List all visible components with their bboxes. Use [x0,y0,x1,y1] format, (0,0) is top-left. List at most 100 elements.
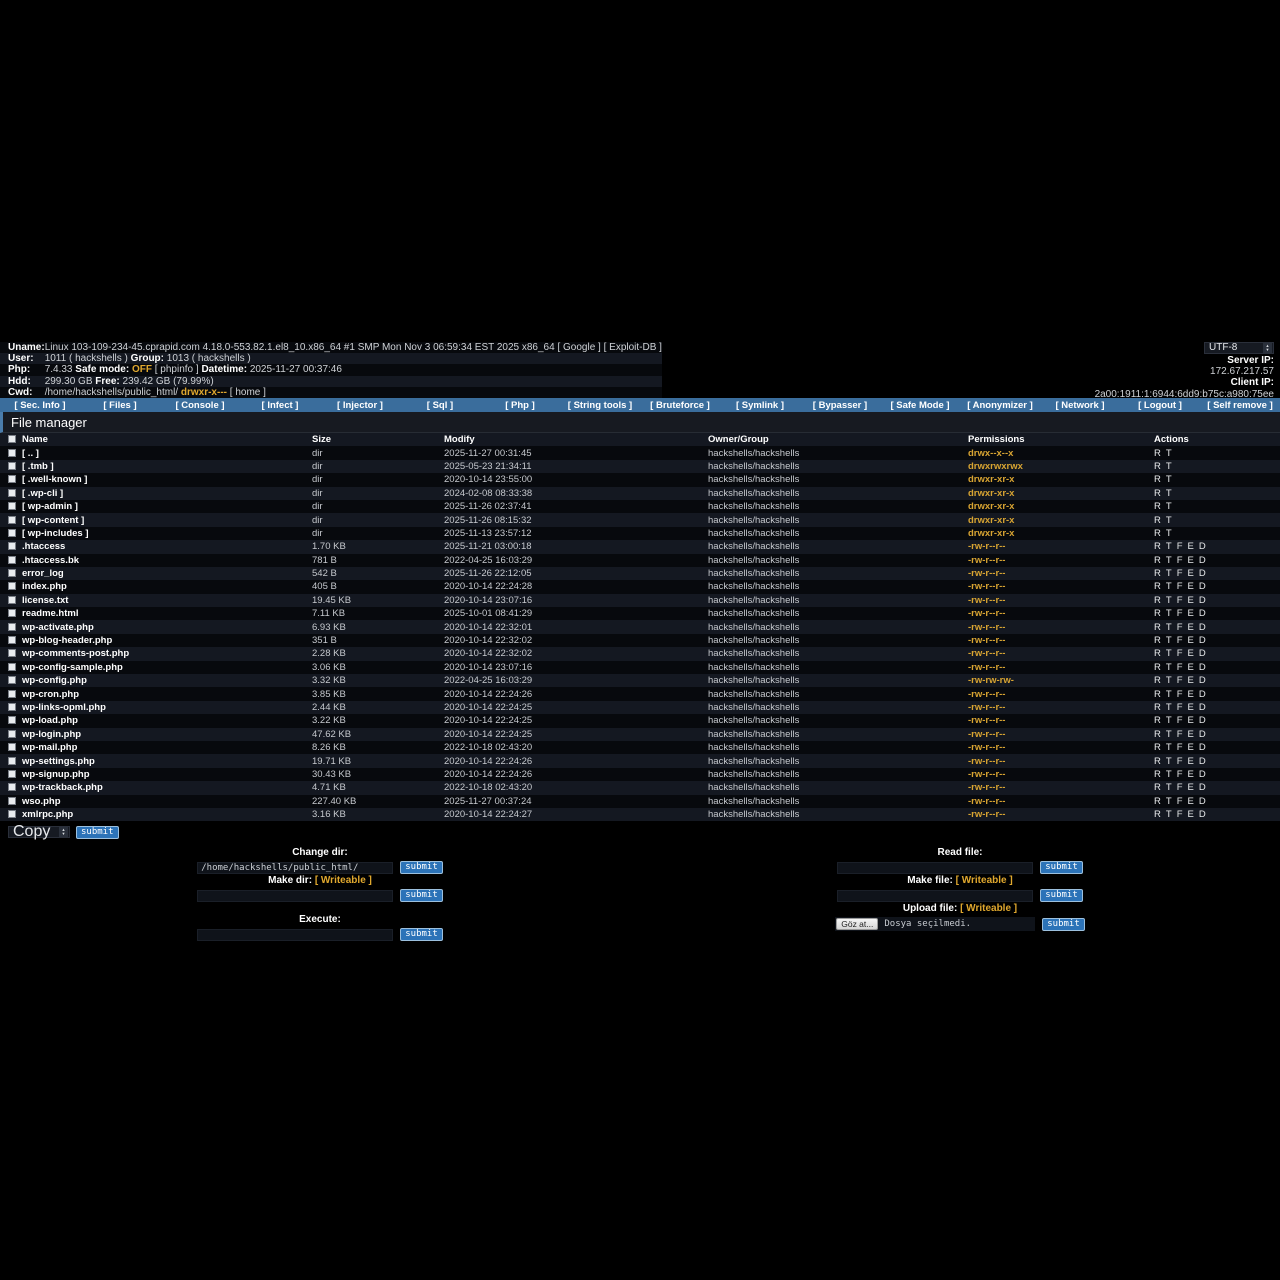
row-checkbox[interactable] [8,663,16,671]
action-t-link[interactable]: T [1166,648,1172,659]
permissions-link[interactable]: -rw-r--r-- [968,555,1005,566]
permissions-link[interactable]: -rw-r--r-- [968,702,1005,713]
action-t-link[interactable]: T [1166,488,1172,499]
nav-item-secinfo[interactable]: [ Sec. Info ] [0,400,80,411]
action-e-link[interactable]: E [1188,608,1194,619]
permissions-link[interactable]: -rw-r--r-- [968,689,1005,700]
nav-item-files[interactable]: [ Files ] [80,400,160,411]
row-checkbox[interactable] [8,797,16,805]
action-t-link[interactable]: T [1166,595,1172,606]
row-checkbox[interactable] [8,730,16,738]
file-link[interactable]: wp-trackback.php [22,782,103,793]
permissions-link[interactable]: drwx--x--x [968,448,1013,459]
dir-link[interactable]: [ .tmb ] [22,461,54,472]
permissions-link[interactable]: -rw-r--r-- [968,769,1005,780]
action-d-link[interactable]: D [1199,689,1206,700]
action-d-link[interactable]: D [1199,742,1206,753]
action-t-link[interactable]: T [1166,742,1172,753]
permissions-link[interactable]: -rw-r--r-- [968,622,1005,633]
action-d-link[interactable]: D [1199,729,1206,740]
dir-link[interactable]: [ .wp-cli ] [22,488,63,499]
row-checkbox[interactable] [8,623,16,631]
action-r-link[interactable]: R [1154,622,1161,633]
row-checkbox[interactable] [8,516,16,524]
row-checkbox[interactable] [8,556,16,564]
permissions-link[interactable]: -rw-r--r-- [968,756,1005,767]
row-checkbox[interactable] [8,462,16,470]
execute-submit-button[interactable]: submit [400,928,443,941]
action-r-link[interactable]: R [1154,474,1161,485]
action-r-link[interactable]: R [1154,515,1161,526]
permissions-link[interactable]: drwxr-xr-x [968,515,1014,526]
change-dir-submit-button[interactable]: submit [400,861,443,874]
row-checkbox[interactable] [8,676,16,684]
file-link[interactable]: wp-settings.php [22,756,95,767]
action-r-link[interactable]: R [1154,488,1161,499]
read-file-input[interactable] [837,862,1033,874]
action-r-link[interactable]: R [1154,635,1161,646]
action-e-link[interactable]: E [1188,555,1194,566]
select-all-checkbox[interactable] [8,435,16,443]
nav-item-bruteforce[interactable]: [ Bruteforce ] [640,400,720,411]
dir-link[interactable]: [ wp-includes ] [22,528,89,539]
dir-link[interactable]: [ wp-admin ] [22,501,78,512]
action-r-link[interactable]: R [1154,742,1161,753]
file-link[interactable]: wp-login.php [22,729,81,740]
action-d-link[interactable]: D [1199,555,1206,566]
permissions-link[interactable]: -rw-rw-rw- [968,675,1014,686]
row-checkbox[interactable] [8,743,16,751]
action-d-link[interactable]: D [1199,568,1206,579]
nav-item-sql[interactable]: [ Sql ] [400,400,480,411]
nav-item-symlink[interactable]: [ Symlink ] [720,400,800,411]
action-d-link[interactable]: D [1199,608,1206,619]
action-e-link[interactable]: E [1188,782,1194,793]
action-t-link[interactable]: T [1166,541,1172,552]
action-f-link[interactable]: F [1177,702,1183,713]
action-f-link[interactable]: F [1177,635,1183,646]
file-link[interactable]: wp-signup.php [22,769,90,780]
upload-file-submit-button[interactable]: submit [1042,918,1085,931]
row-checkbox[interactable] [8,449,16,457]
action-t-link[interactable]: T [1166,474,1172,485]
action-f-link[interactable]: F [1177,568,1183,579]
action-f-link[interactable]: F [1177,662,1183,673]
action-e-link[interactable]: E [1188,796,1194,807]
action-r-link[interactable]: R [1154,501,1161,512]
action-f-link[interactable]: F [1177,541,1183,552]
permissions-link[interactable]: -rw-r--r-- [968,809,1005,820]
action-r-link[interactable]: R [1154,729,1161,740]
action-t-link[interactable]: T [1166,769,1172,780]
action-r-link[interactable]: R [1154,528,1161,539]
action-t-link[interactable]: T [1166,622,1172,633]
file-link[interactable]: xmlrpc.php [22,809,73,820]
file-link[interactable]: wso.php [22,796,61,807]
home-link[interactable]: [ home ] [230,387,266,398]
action-f-link[interactable]: F [1177,756,1183,767]
action-e-link[interactable]: E [1188,729,1194,740]
permissions-link[interactable]: drwxr-xr-x [968,501,1014,512]
action-t-link[interactable]: T [1166,782,1172,793]
action-e-link[interactable]: E [1188,742,1194,753]
permissions-link[interactable]: -rw-r--r-- [968,608,1005,619]
action-d-link[interactable]: D [1199,662,1206,673]
action-t-link[interactable]: T [1166,689,1172,700]
action-t-link[interactable]: T [1166,461,1172,472]
permissions-link[interactable]: -rw-r--r-- [968,662,1005,673]
action-r-link[interactable]: R [1154,662,1161,673]
execute-input[interactable] [197,929,393,941]
action-r-link[interactable]: R [1154,648,1161,659]
action-t-link[interactable]: T [1166,715,1172,726]
action-t-link[interactable]: T [1166,796,1172,807]
row-checkbox[interactable] [8,529,16,537]
row-checkbox[interactable] [8,810,16,818]
action-d-link[interactable]: D [1199,622,1206,633]
action-d-link[interactable]: D [1199,675,1206,686]
action-e-link[interactable]: E [1188,568,1194,579]
charset-select[interactable]: UTF-8 [1204,342,1274,354]
action-r-link[interactable]: R [1154,448,1161,459]
permissions-link[interactable]: drwxr-xr-x [968,488,1014,499]
action-r-link[interactable]: R [1154,675,1161,686]
cwd-perms[interactable]: drwxr-x--- [181,387,227,398]
action-r-link[interactable]: R [1154,595,1161,606]
row-checkbox[interactable] [8,582,16,590]
